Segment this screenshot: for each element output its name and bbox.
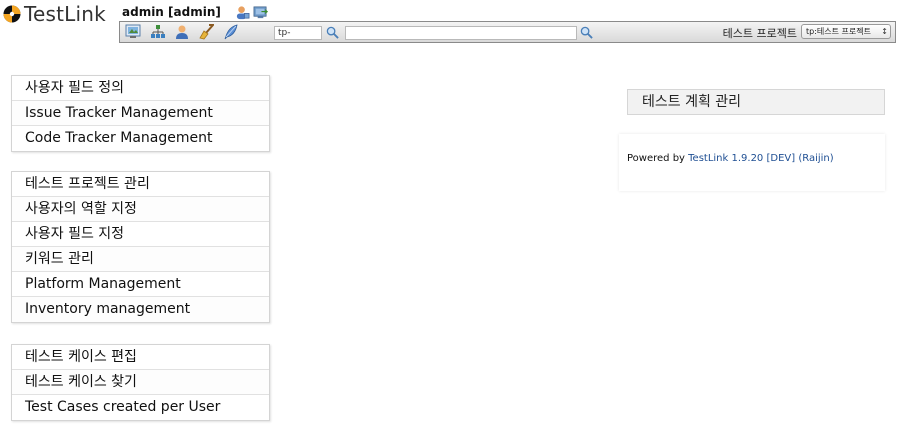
search-icon[interactable]: [326, 26, 339, 39]
menu-item-keyword-management[interactable]: 키워드 관리: [12, 247, 269, 272]
testlink-logo[interactable]: TestLink: [3, 2, 106, 26]
desktop-icon[interactable]: [125, 24, 141, 40]
global-search-icon[interactable]: [580, 26, 593, 39]
testcase-id-search-input[interactable]: tp-: [274, 26, 322, 40]
logout-icon[interactable]: [253, 5, 268, 20]
current-user-label: admin [admin]: [122, 5, 221, 19]
broom-icon[interactable]: [198, 24, 214, 40]
menu-item-search-test-cases[interactable]: 테스트 케이스 찾기: [12, 370, 269, 395]
user-info: admin [admin]: [122, 4, 268, 20]
test-project-select[interactable]: tp:테스트 프로젝트 ↕: [801, 24, 891, 39]
global-search-input[interactable]: [345, 26, 577, 40]
sitemap-icon[interactable]: [150, 24, 166, 40]
menu-item-custom-field-definition[interactable]: 사용자 필드 정의: [12, 76, 269, 101]
user-preferences-icon[interactable]: [235, 5, 250, 20]
menu-item-test-cases-created-per-user[interactable]: Test Cases created per User: [12, 395, 269, 420]
test-project-label: 테스트 프로젝트: [722, 27, 797, 40]
menu-item-edit-test-cases[interactable]: 테스트 케이스 편집: [12, 345, 269, 370]
menu-group-test-specification: 테스트 케이스 편집 테스트 케이스 찾기 Test Cases created…: [11, 344, 270, 421]
testlink-version-link[interactable]: TestLink 1.9.20 [DEV] (Raijin): [688, 153, 834, 164]
menu-group-system: 사용자 필드 정의 Issue Tracker Management Code …: [11, 75, 270, 152]
main-toolbar: tp- 테스트 프로젝트 tp:테스트 프로젝트 ↕: [119, 21, 896, 43]
powered-by-text: Powered by: [627, 153, 689, 164]
user-icon[interactable]: [174, 24, 190, 40]
menu-group-test-project: 테스트 프로젝트 관리 사용자의 역할 지정 사용자 필드 지정 키워드 관리 …: [11, 171, 270, 323]
menu-item-assign-user-roles[interactable]: 사용자의 역할 지정: [12, 197, 269, 222]
menu-item-inventory-management[interactable]: Inventory management: [12, 297, 269, 322]
testlink-logo-icon: [3, 5, 21, 23]
testlink-main-page: TestLink admin [admin] tp- 테스트 프로젝트 tp:테…: [0, 0, 900, 424]
menu-item-assign-custom-fields[interactable]: 사용자 필드 지정: [12, 222, 269, 247]
powered-by-panel: Powered by TestLink 1.9.20 [DEV] (Raijin…: [619, 134, 885, 191]
logo-text: TestLink: [24, 2, 106, 26]
menu-item-test-project-management[interactable]: 테스트 프로젝트 관리: [12, 172, 269, 197]
menu-item-code-tracker-management[interactable]: Code Tracker Management: [12, 126, 269, 151]
select-arrows-icon: ↕: [881, 27, 888, 36]
feather-icon[interactable]: [223, 24, 239, 40]
test-project-selected-value: tp:테스트 프로젝트: [806, 27, 871, 36]
test-plan-management-link[interactable]: 테스트 계획 관리: [627, 89, 885, 115]
menu-item-platform-management[interactable]: Platform Management: [12, 272, 269, 297]
menu-item-issue-tracker-management[interactable]: Issue Tracker Management: [12, 101, 269, 126]
